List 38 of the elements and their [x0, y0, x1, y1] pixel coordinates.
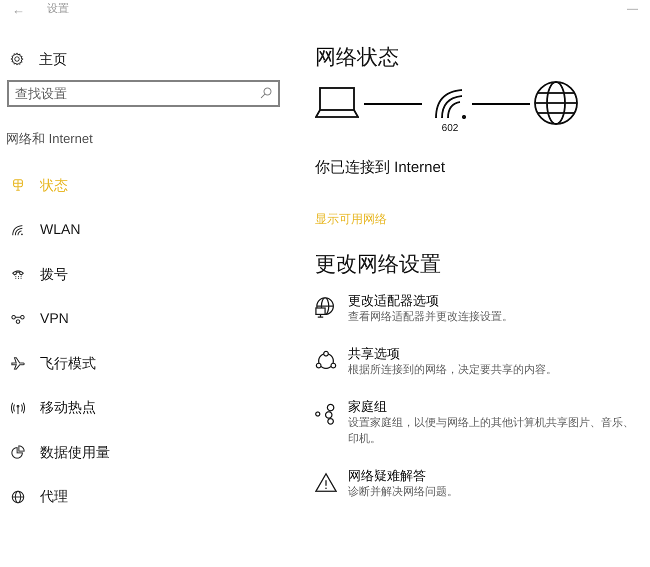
wifi-icon — [434, 86, 466, 120]
nav-item[interactable]: WLAN — [0, 208, 300, 252]
status-text: 你已连接到 Internet — [315, 158, 446, 178]
section-label: 网络和 Internet — [6, 130, 94, 148]
laptop-icon — [315, 86, 359, 120]
globe-icon — [11, 490, 25, 504]
network-name: 602 — [442, 122, 458, 136]
adapter-icon — [315, 296, 337, 320]
option-link[interactable]: 家庭组 — [348, 398, 387, 415]
option-link[interactable]: 网络疑难解答 — [348, 467, 426, 484]
nav-item[interactable]: 飞行模式 — [0, 341, 300, 386]
option-link[interactable]: 共享选项 — [348, 345, 400, 362]
nav-item[interactable]: VPN — [0, 296, 300, 341]
nav-item[interactable]: 拨号 — [0, 252, 300, 296]
globe-icon — [533, 80, 579, 126]
option-description: 查看网络适配器并更改连接设置。 — [348, 310, 513, 325]
wifi-icon — [11, 222, 25, 237]
warning-icon — [315, 471, 337, 495]
nav-item[interactable]: 移动热点 — [0, 386, 300, 430]
airplane-icon — [11, 356, 25, 370]
settings-icon — [10, 52, 24, 66]
window-title: 设置 — [47, 2, 69, 17]
nav-item[interactable]: 数据使用量 — [0, 430, 300, 474]
option-description: 根据所连接到的网络，决定要共享的内容。 — [348, 362, 557, 378]
home-link[interactable]: 主页 — [39, 48, 67, 70]
option-description: 设置家庭组，以便与网络上的其他计算机共享图片、音乐、 — [348, 416, 634, 431]
homegroup-icon — [315, 402, 337, 426]
option-description: 印机。 — [348, 432, 381, 447]
page-title: 网络状态 — [315, 45, 400, 71]
option-link[interactable]: 更改适配器选项 — [348, 292, 439, 309]
search-icon — [260, 87, 272, 99]
hotspot-icon — [11, 400, 25, 415]
search-field[interactable]: 查找设置 — [7, 80, 280, 107]
status-icon — [11, 178, 25, 192]
pie-chart-icon — [11, 445, 25, 460]
option-description: 诊断并解决网络问题。 — [348, 484, 458, 500]
nav-item[interactable]: 代理 — [0, 474, 300, 519]
section-title: 更改网络设置 — [315, 252, 442, 278]
